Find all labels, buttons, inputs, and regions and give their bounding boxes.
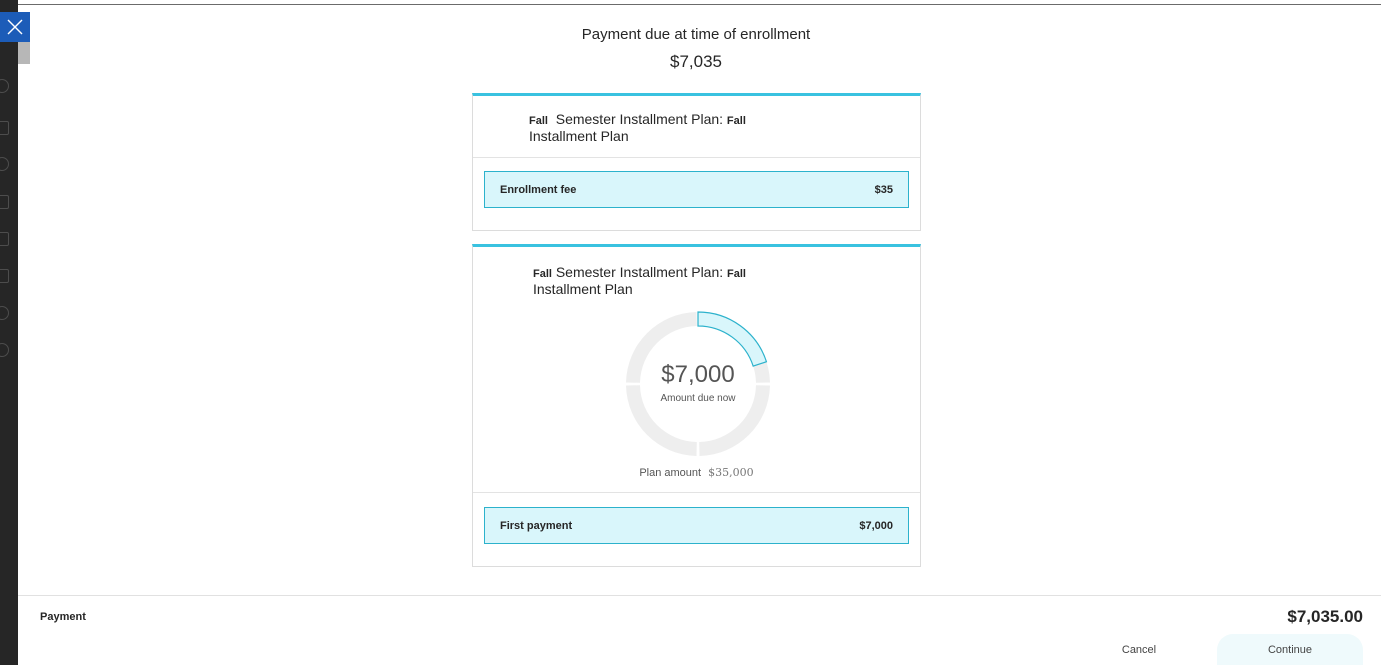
close-icon <box>7 19 23 35</box>
plan-title: Fall Semester Installment Plan: Fall Ins… <box>533 264 746 297</box>
footer-total-amount: $7,035.00 <box>1287 607 1363 626</box>
line-item-amount: $7,000 <box>859 519 893 532</box>
plan-amount-value: $35,000 <box>708 466 754 479</box>
nav-icon[interactable] <box>0 76 18 96</box>
line-item-amount: $35 <box>874 183 893 196</box>
plan-amount: Plan amount $35,000 <box>473 466 920 479</box>
footer-payment-label: Payment <box>40 611 86 623</box>
nav-icon[interactable] <box>0 266 18 286</box>
first-payment-row: First payment $7,000 <box>484 507 909 544</box>
continue-button[interactable]: Continue <box>1217 634 1363 665</box>
nav-icon[interactable] <box>0 340 18 360</box>
footer-divider <box>18 595 1381 596</box>
payment-due-amount: $7,035 <box>670 52 722 71</box>
installment-plan-card: Fall Semester Installment Plan: Fall Ins… <box>472 244 921 567</box>
nav-icon[interactable] <box>0 154 18 174</box>
cancel-button[interactable]: Cancel <box>1080 634 1198 665</box>
enrollment-fee-row: Enrollment fee $35 <box>484 171 909 208</box>
nav-icon[interactable] <box>0 118 18 138</box>
close-button[interactable] <box>0 12 30 42</box>
page-title: Payment due at time of enrollment <box>581 26 811 43</box>
plan-amount-label: Plan amount <box>639 467 702 479</box>
nav-icon[interactable] <box>0 192 18 212</box>
line-item-label: First payment <box>500 519 573 532</box>
nav-icon[interactable] <box>0 303 18 323</box>
left-nav-rail <box>0 0 18 665</box>
line-item-label: Enrollment fee <box>500 183 577 196</box>
card-divider <box>473 157 920 158</box>
top-border <box>18 4 1381 5</box>
nav-icon[interactable] <box>0 229 18 249</box>
plan-title: Fall Semester Installment Plan: Fall Ins… <box>529 111 746 144</box>
card-divider <box>473 492 920 493</box>
enrollment-fee-card: Fall Semester Installment Plan: Fall Ins… <box>472 93 921 231</box>
donut-label: Amount due now <box>660 393 736 404</box>
donut-progress-segment <box>697 311 768 367</box>
donut-amount: $7,000 <box>661 361 735 388</box>
